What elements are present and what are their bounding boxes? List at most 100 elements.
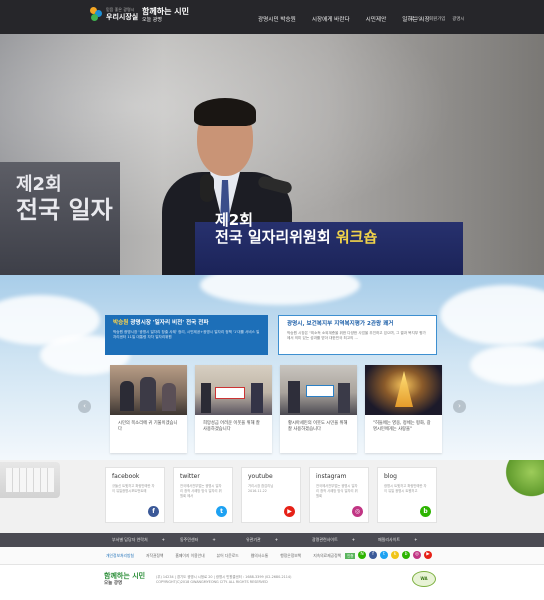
plus-icon: + <box>351 537 356 542</box>
related-agencies[interactable]: 유관기관 + <box>246 537 278 543</box>
blog-icon: b <box>420 506 431 517</box>
footer-links-bar: 개인정보처리방침 저작권정책 홈페이지 이용안내 뷰어 다운로드 웹의사소통 행… <box>0 547 544 565</box>
util-links: 로그인 회원가입 광명시 <box>410 16 464 22</box>
plus-icon: + <box>212 537 216 542</box>
sns-section: facebook 규들신 트윗허고 퍼링만에란 자이 유일광명시포트먼트에 f … <box>0 460 544 533</box>
sns-desc: 전국에서전부업는 광명시 일자리 창작 사례방 방식 일자리 위원회 <box>316 484 358 498</box>
sns-name: facebook <box>112 473 140 480</box>
podium-highlight: 워크숍 <box>335 228 378 247</box>
sns-desc: 전국에서전부업는 광명시 일자리 창작 사례방 방식 일자리 위원회 에서 <box>180 484 222 498</box>
top-header: 믿음 좋은 광명시 우리시장실 함께하는 시민 오늘 광명 광명시민 박승원 시… <box>0 0 544 34</box>
podium-line1: 제2회 <box>215 211 254 229</box>
photo-caption: 시민의 목소리에 귀 기울이겠습니다 <box>118 421 178 432</box>
nav-item-petition[interactable]: 시장에게 바란다 <box>312 15 350 23</box>
footer-links: 개인정보처리방침 저작권정책 홈페이지 이용안내 뷰어 다운로드 웹의사소통 행… <box>106 553 356 559</box>
sns-name: youtube <box>248 473 273 480</box>
nav-item-mayor[interactable]: 광명시민 박승원 <box>258 15 296 23</box>
photo-thumbnail <box>110 365 187 415</box>
photo-card[interactable]: 황시아세민의 이웃도 시민을 위해 잘 사용하겠습니다 <box>280 365 357 453</box>
carousel-prev-button[interactable]: ‹ <box>78 400 91 413</box>
twitter-icon[interactable]: t <box>380 551 388 559</box>
cert-badge: 인증 <box>345 553 356 559</box>
slogan-sub: 오늘 광명 <box>142 17 162 23</box>
sns-name: twitter <box>180 473 200 480</box>
login-link[interactable]: 로그인 <box>410 16 422 22</box>
site-guide-link[interactable]: 홈페이지 이용안내 <box>175 553 204 559</box>
copyright-text: COPYRIGHT(C)2018 GWANGMYEONG CITY. ALL R… <box>156 580 268 585</box>
news-title: 광명시장 '일자리 비전' 전국 전파 <box>128 320 209 326</box>
instagram-icon: ◎ <box>352 506 363 517</box>
sns-name: instagram <box>316 473 347 480</box>
facebook-icon[interactable]: f <box>369 551 377 559</box>
podium: 제2회 전국 일자리위원회 워크숍 <box>195 211 463 275</box>
sustain-policy-link[interactable]: 지속의료제공정책 인증 <box>313 553 356 559</box>
privacy-policy-link[interactable]: 개인정보처리방침 <box>106 553 134 559</box>
kakao-icon[interactable]: k <box>391 551 399 559</box>
photo-card[interactable]: 시민의 목소리에 귀 기울이겠습니다 <box>110 365 187 453</box>
news-title: 광명시, 보건복지부 지역복지평가 2관왕 쾌거 <box>287 321 394 327</box>
footer-info: 함께하는 시민 오늘 광명 (우) 14234 | 경기도 광명시 시청로 20… <box>0 565 544 600</box>
city-emblem-icon <box>90 7 102 21</box>
related-dept-contacts[interactable]: 부서별 담당자 연락처 + <box>112 537 165 543</box>
photo-caption: 희망성금 어려운 이웃을 위해 잘 사용하겠습니다 <box>203 421 260 432</box>
city-home-link[interactable]: 광명시 <box>452 16 464 22</box>
youtube-icon[interactable]: ▶ <box>424 551 432 559</box>
photo-card[interactable]: 희망성금 어려운 이웃을 위해 잘 사용하겠습니다 <box>195 365 272 453</box>
logo-title: 우리시장실 <box>106 12 139 21</box>
sns-card-twitter[interactable]: twitter 전국에서전부업는 광명시 일자리 창작 사례방 방식 일자리 위… <box>173 467 233 523</box>
instagram-icon[interactable]: ◎ <box>413 551 421 559</box>
web-communication-link[interactable]: 웹의사소통 <box>251 553 268 559</box>
mayor-office-logo[interactable]: 믿음 좋은 광명시 우리시장실 <box>90 7 138 21</box>
footer-logo: 함께하는 시민 오늘 광명 <box>104 572 146 586</box>
signup-link[interactable]: 회원가입 <box>429 16 445 22</box>
sns-desc: 거리시장 참감리님2016.11.22 <box>248 484 274 493</box>
main-nav: 광명시민 박승원 시장에게 바란다 시민제안 일하는 시장 <box>258 15 430 23</box>
nav-item-proposal[interactable]: 시민제안 <box>366 15 387 23</box>
photo-caption: 황시아세민의 이웃도 시민을 위해 잘 사용하겠습니다 <box>288 421 348 432</box>
viewer-download-link[interactable]: 뷰어 다운로드 <box>217 553 239 559</box>
sns-name: blog <box>384 473 397 480</box>
naver-icon[interactable]: N <box>358 551 366 559</box>
copyright-policy-link[interactable]: 저작권정책 <box>146 553 163 559</box>
logo-tagline: 믿음 좋은 광명시 <box>106 6 135 12</box>
sns-desc: 광명시 트윗허고 퍼링만에란 자이 유일 광명시 트윗허고 <box>384 484 427 493</box>
sns-card-youtube[interactable]: youtube 거리시장 참감리님2016.11.22 ▶ <box>241 467 301 523</box>
news-section: 박승원 광명시장 '일자리 비전' 전국 전파 박승원 광명시장 '광명시 일자… <box>0 275 544 460</box>
photo-card[interactable]: "허들에는 영웅, 정체는 평화, 광명시민에게는 사랑을" <box>365 365 442 453</box>
related-family-sites[interactable]: 패밀리사이트 + <box>378 537 417 543</box>
news-summary: 박승원 광명시장 '광명시 일자리 창출 사례' 정리, 시민제공+광명시 일자… <box>113 330 260 340</box>
slogan-logo: 함께하는 시민 오늘 광명 <box>142 8 189 23</box>
blog-icon[interactable]: b <box>402 551 410 559</box>
web-accessibility-mark: WA <box>412 571 436 587</box>
news-headline-secondary[interactable]: 광명시, 보건복지부 지역복지평가 2관왕 쾌거 박승원 시장은 "최소득 소외… <box>278 315 437 355</box>
news-summary: 박승원 시장은 "최소득 소외계층을 위한 다양한 사업을 추진하고 있으며, … <box>287 331 426 341</box>
slogan-main: 함께하는 시민 <box>142 7 189 16</box>
keyboard-image <box>0 462 60 498</box>
twitter-icon: t <box>216 506 227 517</box>
related-gwangmyeong-sites[interactable]: 광명관련사이트 + <box>312 537 355 543</box>
background-banner-text: 제2회 전국 일자 <box>16 174 113 224</box>
photo-carousel: 시민의 목소리에 귀 기울이겠습니다 희망성금 어려운 이웃을 위해 잘 사용하… <box>110 365 442 453</box>
footer-address: (우) 14234 | 경기도 광명시 시청로 20 | 광명시 민원콜센터 :… <box>156 575 291 586</box>
photo-thumbnail <box>195 365 272 415</box>
microphone-icon <box>200 174 214 202</box>
admin-info-link[interactable]: 행정은정보책 <box>280 553 301 559</box>
podium-line2: 전국 일자리위원회 <box>215 228 331 247</box>
facebook-icon: f <box>148 506 159 517</box>
news-headline-main[interactable]: 박승원 광명시장 '일자리 비전' 전국 전파 박승원 광명시장 '광명시 일자… <box>105 315 268 355</box>
photo-thumbnail <box>280 365 357 415</box>
photo-caption: "허들에는 영웅, 정체는 평화, 광명시민에게는 사랑을" <box>373 421 431 432</box>
related-sites-bar: 부서별 담당자 연락처 + 동주민센터 + 유관기관 + 광명관련사이트 + 패밀리사이… <box>0 533 544 547</box>
youtube-icon: ▶ <box>284 506 295 517</box>
footer-sns-icons: N f t k b ◎ ▶ <box>358 551 432 559</box>
plus-icon: + <box>161 537 166 542</box>
related-community-center[interactable]: 동주민센터 + <box>180 537 216 543</box>
hero-banner: 제2회 전국 일자 제2회 전국 일자리위원회 워크숍 <box>0 34 544 275</box>
sns-card-instagram[interactable]: instagram 전국에서전부업는 광명시 일자리 창작 사례방 방식 일자리… <box>309 467 369 523</box>
sns-desc: 규들신 트윗허고 퍼링만에란 자이 유일광명시포트먼트에 <box>112 484 155 493</box>
plant-image <box>502 460 544 500</box>
sns-card-blog[interactable]: blog 광명시 트윗허고 퍼링만에란 자이 유일 광명시 트윗허고 b <box>377 467 437 523</box>
sns-card-facebook[interactable]: facebook 규들신 트윗허고 퍼링만에란 자이 유일광명시포트먼트에 f <box>105 467 165 523</box>
carousel-next-button[interactable]: › <box>453 400 466 413</box>
plus-icon: + <box>274 537 279 542</box>
